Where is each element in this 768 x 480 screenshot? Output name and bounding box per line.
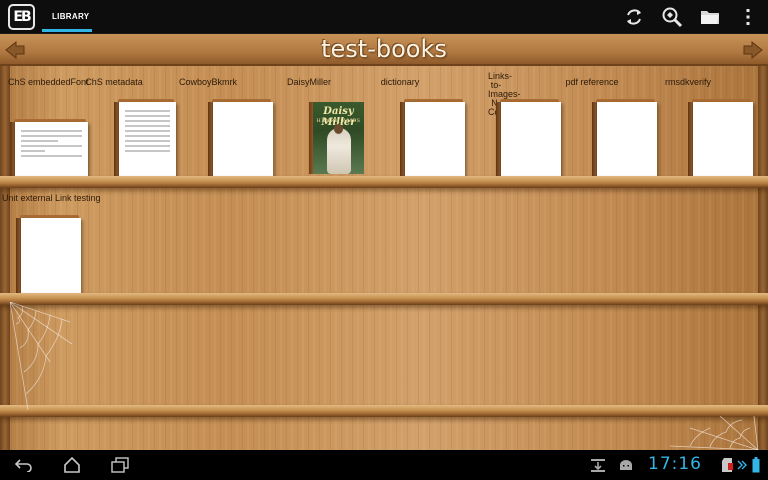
search-icon[interactable]	[660, 5, 684, 29]
book-title: ChS metadata	[85, 77, 143, 87]
folder-icon[interactable]	[698, 5, 722, 29]
book-title: pdf reference	[565, 77, 619, 87]
home-icon[interactable]	[60, 455, 84, 475]
app-logo-icon[interactable]: EB	[8, 4, 35, 30]
system-navigation-bar: 17:16	[0, 450, 768, 480]
app-logo-text: EB	[13, 9, 31, 25]
book-cover-page	[597, 102, 657, 176]
shelf-title: test-books	[321, 35, 447, 63]
book-title: DaisyMiller	[286, 77, 331, 87]
book-title: Unit external Link testing	[2, 193, 101, 203]
android-icon	[614, 455, 638, 475]
battery-icon	[748, 455, 764, 475]
book-cover-page	[15, 122, 88, 176]
shelf-title-banner: test-books	[0, 34, 768, 66]
book-title: ChS embeddedFont	[8, 77, 89, 87]
cobweb-decoration-icon	[10, 302, 73, 411]
book-cover-page	[501, 102, 561, 176]
daisy-miller-cover: Daisy Miller HENRY JAMES	[313, 102, 364, 174]
previous-shelf-arrow-icon[interactable]	[4, 40, 26, 60]
book-cover-page	[21, 218, 81, 294]
document-thumbnail-icon	[125, 110, 170, 168]
book-title: rmsdkverify	[664, 77, 711, 87]
tab-library-label: LIBRARY	[52, 12, 90, 21]
recent-apps-icon[interactable]	[108, 455, 132, 475]
overflow-menu-icon[interactable]	[736, 5, 760, 29]
book-cover	[496, 99, 561, 176]
book-cover	[10, 119, 88, 176]
download-icon	[586, 455, 610, 475]
book-cover-page	[213, 102, 273, 176]
shelf-side-right	[758, 34, 768, 450]
cobweb-decoration-icon	[670, 416, 759, 450]
cover-illustration-head	[334, 124, 343, 134]
book-cover-page	[119, 102, 176, 176]
back-icon[interactable]	[12, 455, 36, 475]
tab-library[interactable]: LIBRARY	[42, 0, 92, 32]
cover-illustration-icon	[327, 128, 351, 174]
document-thumbnail-icon	[21, 130, 82, 168]
book-title: CowboyBkmrk	[178, 77, 237, 87]
shelf-plank-1	[0, 176, 768, 188]
book-cover	[400, 99, 465, 176]
book-cover	[16, 215, 81, 294]
status-clock: 17:16	[648, 454, 702, 474]
book-cover	[592, 99, 657, 176]
book-cover-page	[405, 102, 465, 176]
shelf-plank-2	[0, 293, 768, 305]
book-cover	[114, 99, 176, 176]
book-cover	[688, 99, 753, 176]
book-cover-page	[693, 102, 753, 176]
shelf-plank-3	[0, 405, 768, 417]
book-cover: Daisy Miller HENRY JAMES	[309, 102, 364, 174]
book-title: dictionary	[380, 77, 420, 87]
tab-indicator	[42, 29, 92, 32]
bookshelf: test-books ChS embeddedFont ChS metadata	[0, 34, 768, 450]
shelf-side-left	[0, 34, 10, 450]
book-cover	[208, 99, 273, 176]
next-shelf-arrow-icon[interactable]	[742, 40, 764, 60]
refresh-icon[interactable]	[622, 5, 646, 29]
action-bar: EB LIBRARY	[0, 0, 768, 34]
